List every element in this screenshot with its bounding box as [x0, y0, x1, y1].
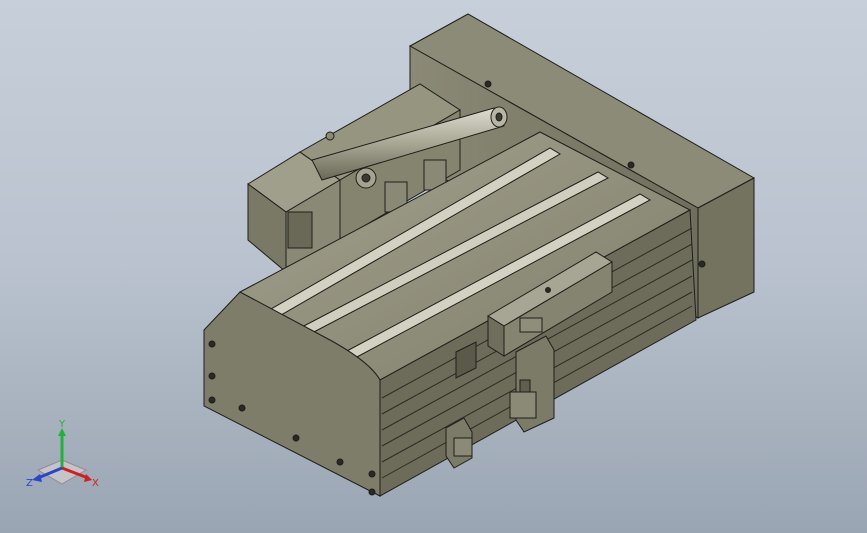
orientation-triad: Y X Z — [26, 420, 99, 489]
z-axis-label: Z — [26, 478, 33, 489]
y-axis-label: Y — [58, 420, 66, 430]
graphics-viewport[interactable]: Y X Z — [0, 0, 867, 533]
x-axis-label: X — [92, 478, 99, 489]
cad-model-actuator-assembly[interactable] — [0, 0, 867, 533]
